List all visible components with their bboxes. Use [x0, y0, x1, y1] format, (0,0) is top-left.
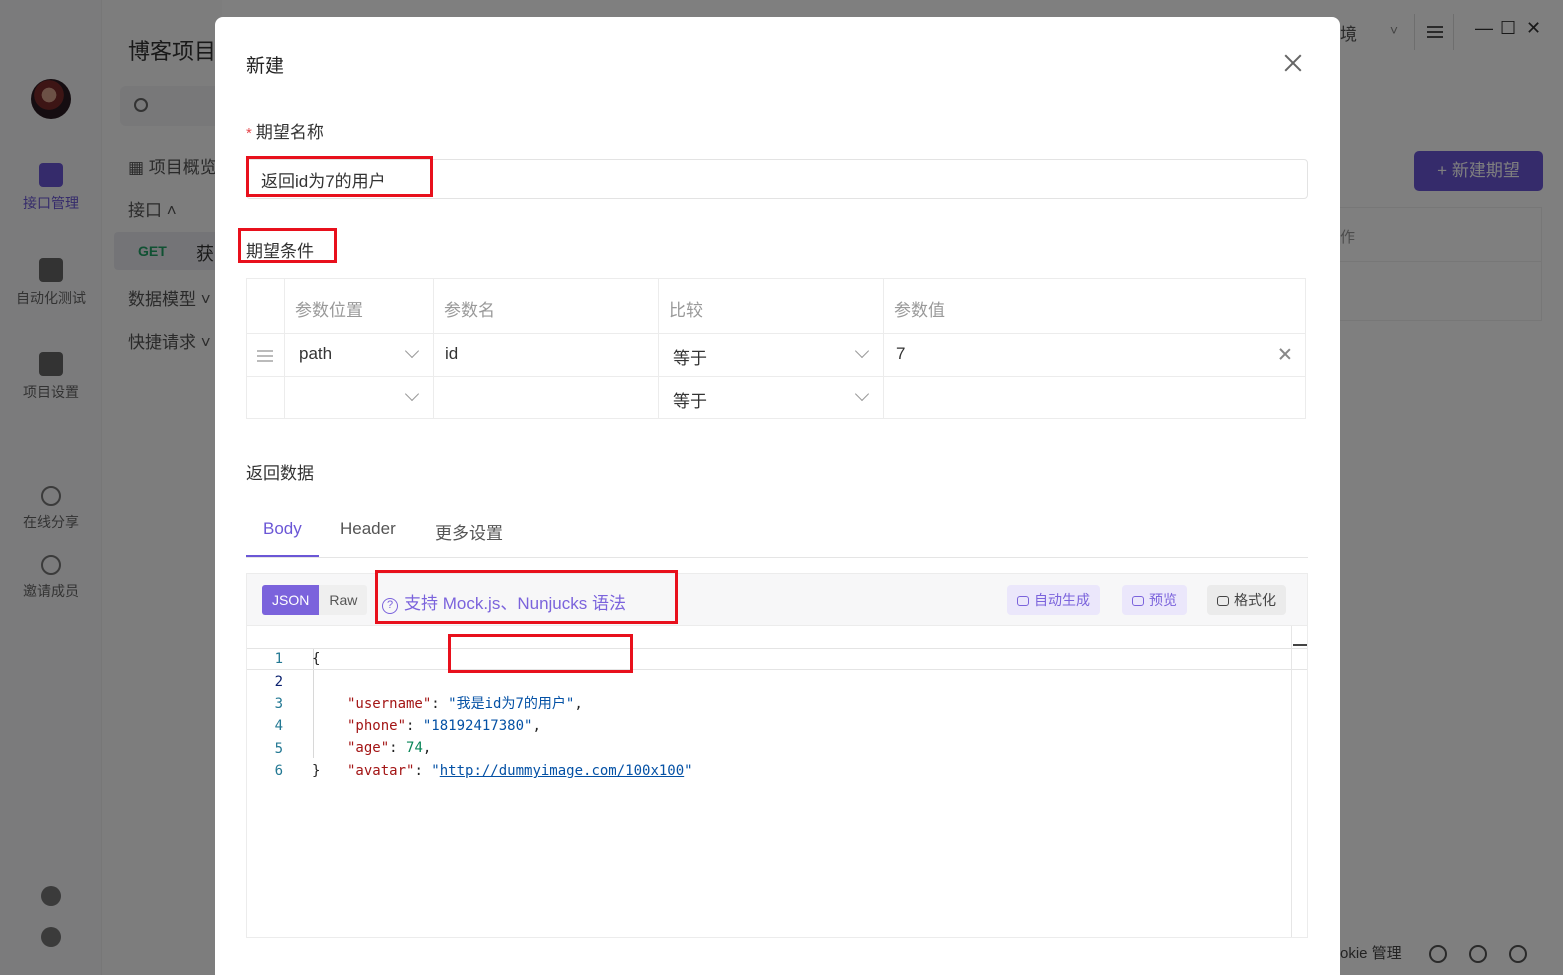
condition-row: 等于	[247, 377, 1305, 419]
chevron-down-icon	[404, 386, 420, 402]
editor-scrollbar[interactable]	[1291, 626, 1307, 937]
syntax-hint-link[interactable]: ? 支持 Mock.js、Nunjucks 语法	[382, 589, 626, 614]
param-position-select[interactable]: path	[285, 334, 434, 376]
conditions-table: 参数位置 参数名 比较 参数值 path id 等于 7 等于	[246, 278, 1306, 419]
condition-row: path id 等于 7	[247, 334, 1305, 377]
drag-handle[interactable]	[247, 334, 285, 376]
new-expectation-modal: 新建 *期望名称 期望条件 参数位置 参数名 比较 参数值 path id 等于	[215, 17, 1340, 975]
code-line: 6}	[274, 763, 321, 779]
active-tab-indicator	[246, 555, 319, 557]
conditions-header-row: 参数位置 参数名 比较 参数值	[247, 279, 1305, 334]
return-data-label: 返回数据	[246, 464, 314, 483]
code-line: 1{	[274, 651, 321, 667]
code-area[interactable]: 1{ 2 "username": "我是id为7的用户", 3 "phone":…	[247, 626, 1307, 937]
modal-title: 新建	[246, 56, 285, 77]
param-value-input[interactable]: 7	[884, 334, 1305, 376]
code-line: 5 "avatar": "http://dummyimage.com/100x1…	[274, 741, 693, 779]
tab-body[interactable]: Body	[263, 519, 302, 539]
expectation-name-label: * 期望名称	[246, 123, 324, 142]
editor-toolbar: JSON Raw ? 支持 Mock.js、Nunjucks 语法 自动生成 预览…	[247, 574, 1307, 626]
auto-generate-button[interactable]: 自动生成	[1007, 585, 1100, 615]
chevron-down-icon	[854, 343, 870, 359]
mode-raw-button[interactable]: Raw	[319, 585, 367, 615]
body-mode-switch: JSON Raw	[262, 585, 368, 615]
body-editor: JSON Raw ? 支持 Mock.js、Nunjucks 语法 自动生成 预览…	[246, 573, 1308, 938]
eye-icon	[1132, 596, 1144, 606]
refresh-icon	[1017, 596, 1029, 606]
code-line: 4 "age": 74,	[274, 718, 432, 756]
tab-header[interactable]: Header	[340, 519, 396, 539]
chevron-down-icon	[404, 343, 420, 359]
tab-more-settings[interactable]: 更多设置	[435, 519, 503, 544]
drag-handle-icon	[257, 350, 273, 365]
mode-json-button[interactable]: JSON	[262, 585, 320, 615]
header-compare: 比较	[659, 279, 884, 333]
param-name-input[interactable]: id	[434, 334, 659, 376]
compare-select[interactable]: 等于	[659, 377, 884, 419]
delete-row-icon[interactable]	[1279, 348, 1291, 360]
preview-button[interactable]: 预览	[1122, 585, 1187, 615]
header-param-value: 参数值	[894, 301, 945, 320]
param-value-input[interactable]	[884, 377, 1305, 419]
close-icon[interactable]	[1281, 51, 1305, 75]
return-data-tabs: Body Header 更多设置	[246, 507, 1308, 558]
avatar-url-link[interactable]: http://dummyimage.com/100x100	[440, 763, 684, 779]
header-param-name: 参数名	[434, 279, 659, 333]
conditions-label: 期望条件	[246, 242, 314, 261]
param-name-input[interactable]	[434, 377, 659, 419]
format-button[interactable]: 格式化	[1207, 585, 1286, 615]
code-line: 3 "phone": "18192417380",	[274, 696, 541, 734]
chevron-down-icon	[854, 386, 870, 402]
code-line-current: 2 "username": "我是id为7的用户",	[247, 648, 1307, 712]
required-mark: *	[246, 125, 252, 142]
format-icon	[1217, 596, 1229, 606]
question-icon: ?	[382, 598, 398, 614]
header-param-position: 参数位置	[285, 279, 434, 333]
compare-select[interactable]: 等于	[659, 334, 884, 376]
param-position-select[interactable]	[285, 377, 434, 419]
expectation-name-input[interactable]	[246, 159, 1308, 199]
